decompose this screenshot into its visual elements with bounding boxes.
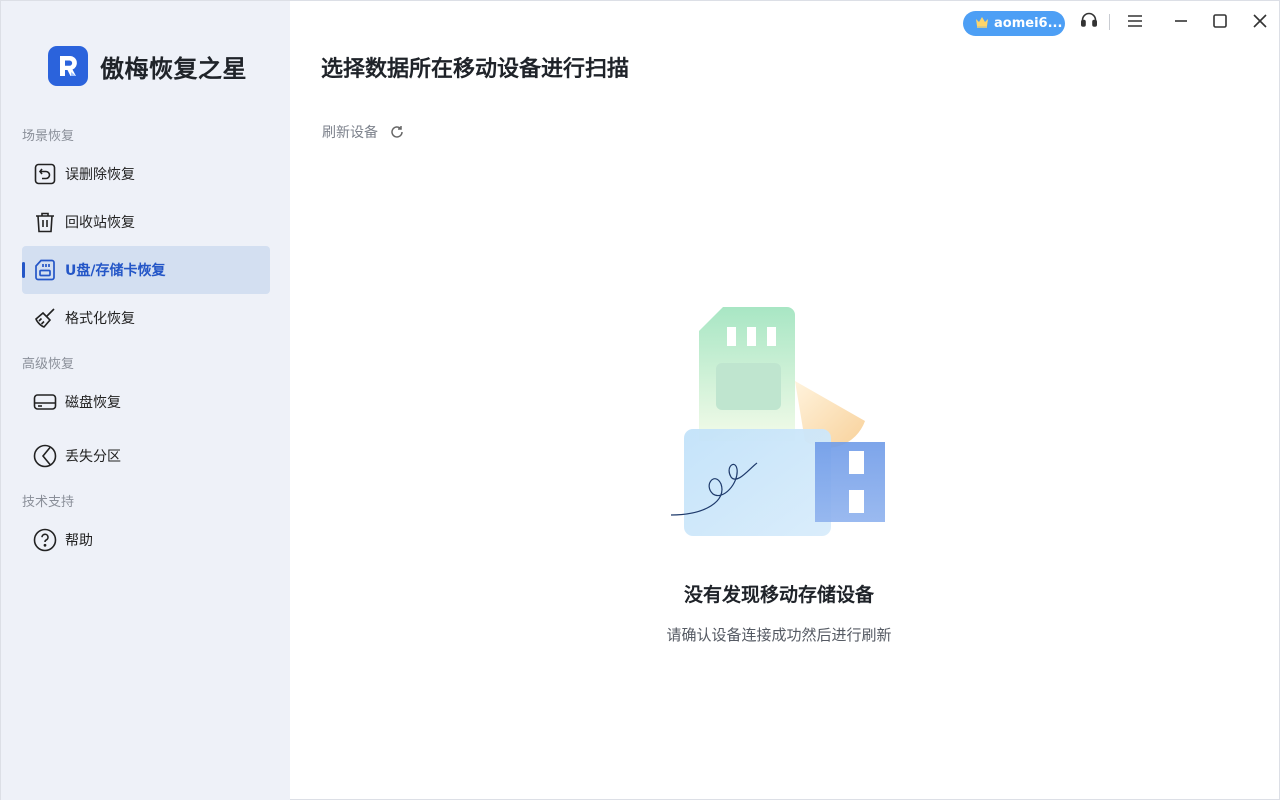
maximize-icon — [1213, 13, 1227, 32]
sd-card-and-usb-illustration — [665, 301, 895, 541]
sidebar-item-label: 丢失分区 — [65, 449, 121, 465]
empty-state-subtitle: 请确认设备连接成功然后进行刷新 — [666, 626, 892, 644]
minimize-icon — [1174, 13, 1188, 32]
section-label-advanced: 高级恢复 — [22, 357, 75, 372]
close-icon — [1253, 13, 1267, 32]
refresh-devices-button[interactable]: 刷新设备 — [322, 122, 406, 142]
sidebar-item-label: 误删除恢复 — [65, 167, 135, 183]
refresh-icon — [390, 124, 406, 140]
app-logo-icon — [48, 46, 88, 86]
user-account-badge[interactable]: aomei6... — [963, 11, 1065, 36]
disk-icon — [33, 390, 57, 414]
maximize-button[interactable] — [1209, 11, 1231, 33]
sidebar-item-label: U盘/存储卡恢复 — [65, 263, 166, 279]
section-label-scene: 场景恢复 — [22, 129, 75, 144]
sidebar-item-lost-partition[interactable]: 丢失分区 — [22, 432, 270, 480]
sidebar-item-label: 帮助 — [65, 533, 93, 549]
minimize-button[interactable] — [1170, 11, 1192, 33]
trash-icon — [33, 210, 57, 234]
page-title: 选择数据所在移动设备进行扫描 — [321, 57, 630, 82]
sidebar-item-deleted-recovery[interactable]: 误删除恢复 — [22, 150, 270, 198]
sidebar-item-label: 格式化恢复 — [65, 311, 135, 327]
empty-state-title: 没有发现移动存储设备 — [683, 584, 874, 606]
sidebar-item-help[interactable]: 帮助 — [22, 516, 270, 564]
app-window: 傲梅恢复之星 场景恢复 误删除恢复 回收站恢复 U盘/存储卡恢复 格式化恢复 高… — [0, 0, 1280, 800]
close-button[interactable] — [1249, 11, 1271, 33]
sidebar-item-label: 回收站恢复 — [65, 215, 135, 231]
crown-icon — [975, 16, 989, 32]
sidebar-item-format-recovery[interactable]: 格式化恢复 — [22, 294, 270, 342]
app-name: 傲梅恢复之星 — [100, 54, 247, 83]
headset-icon — [1080, 11, 1098, 33]
partition-icon — [33, 444, 57, 468]
broom-icon — [33, 306, 57, 330]
titlebar-divider — [1109, 14, 1110, 30]
support-button[interactable] — [1078, 11, 1100, 33]
menu-icon — [1127, 13, 1143, 32]
sidebar-item-label: 磁盘恢复 — [65, 395, 121, 411]
sd-card-icon — [33, 258, 57, 282]
menu-button[interactable] — [1124, 11, 1146, 33]
sidebar-item-recycle-bin[interactable]: 回收站恢复 — [22, 198, 270, 246]
sidebar-item-disk-recovery[interactable]: 磁盘恢复 — [22, 378, 270, 426]
user-name: aomei6... — [994, 16, 1063, 31]
refresh-label: 刷新设备 — [322, 125, 378, 141]
brand: 傲梅恢复之星 — [48, 46, 247, 86]
undo-file-icon — [33, 162, 57, 186]
sidebar-item-usb-card-recovery[interactable]: U盘/存储卡恢复 — [22, 246, 270, 294]
help-icon — [33, 528, 57, 552]
section-label-support: 技术支持 — [22, 495, 75, 510]
sidebar: 傲梅恢复之星 场景恢复 误删除恢复 回收站恢复 U盘/存储卡恢复 格式化恢复 高… — [1, 1, 290, 800]
